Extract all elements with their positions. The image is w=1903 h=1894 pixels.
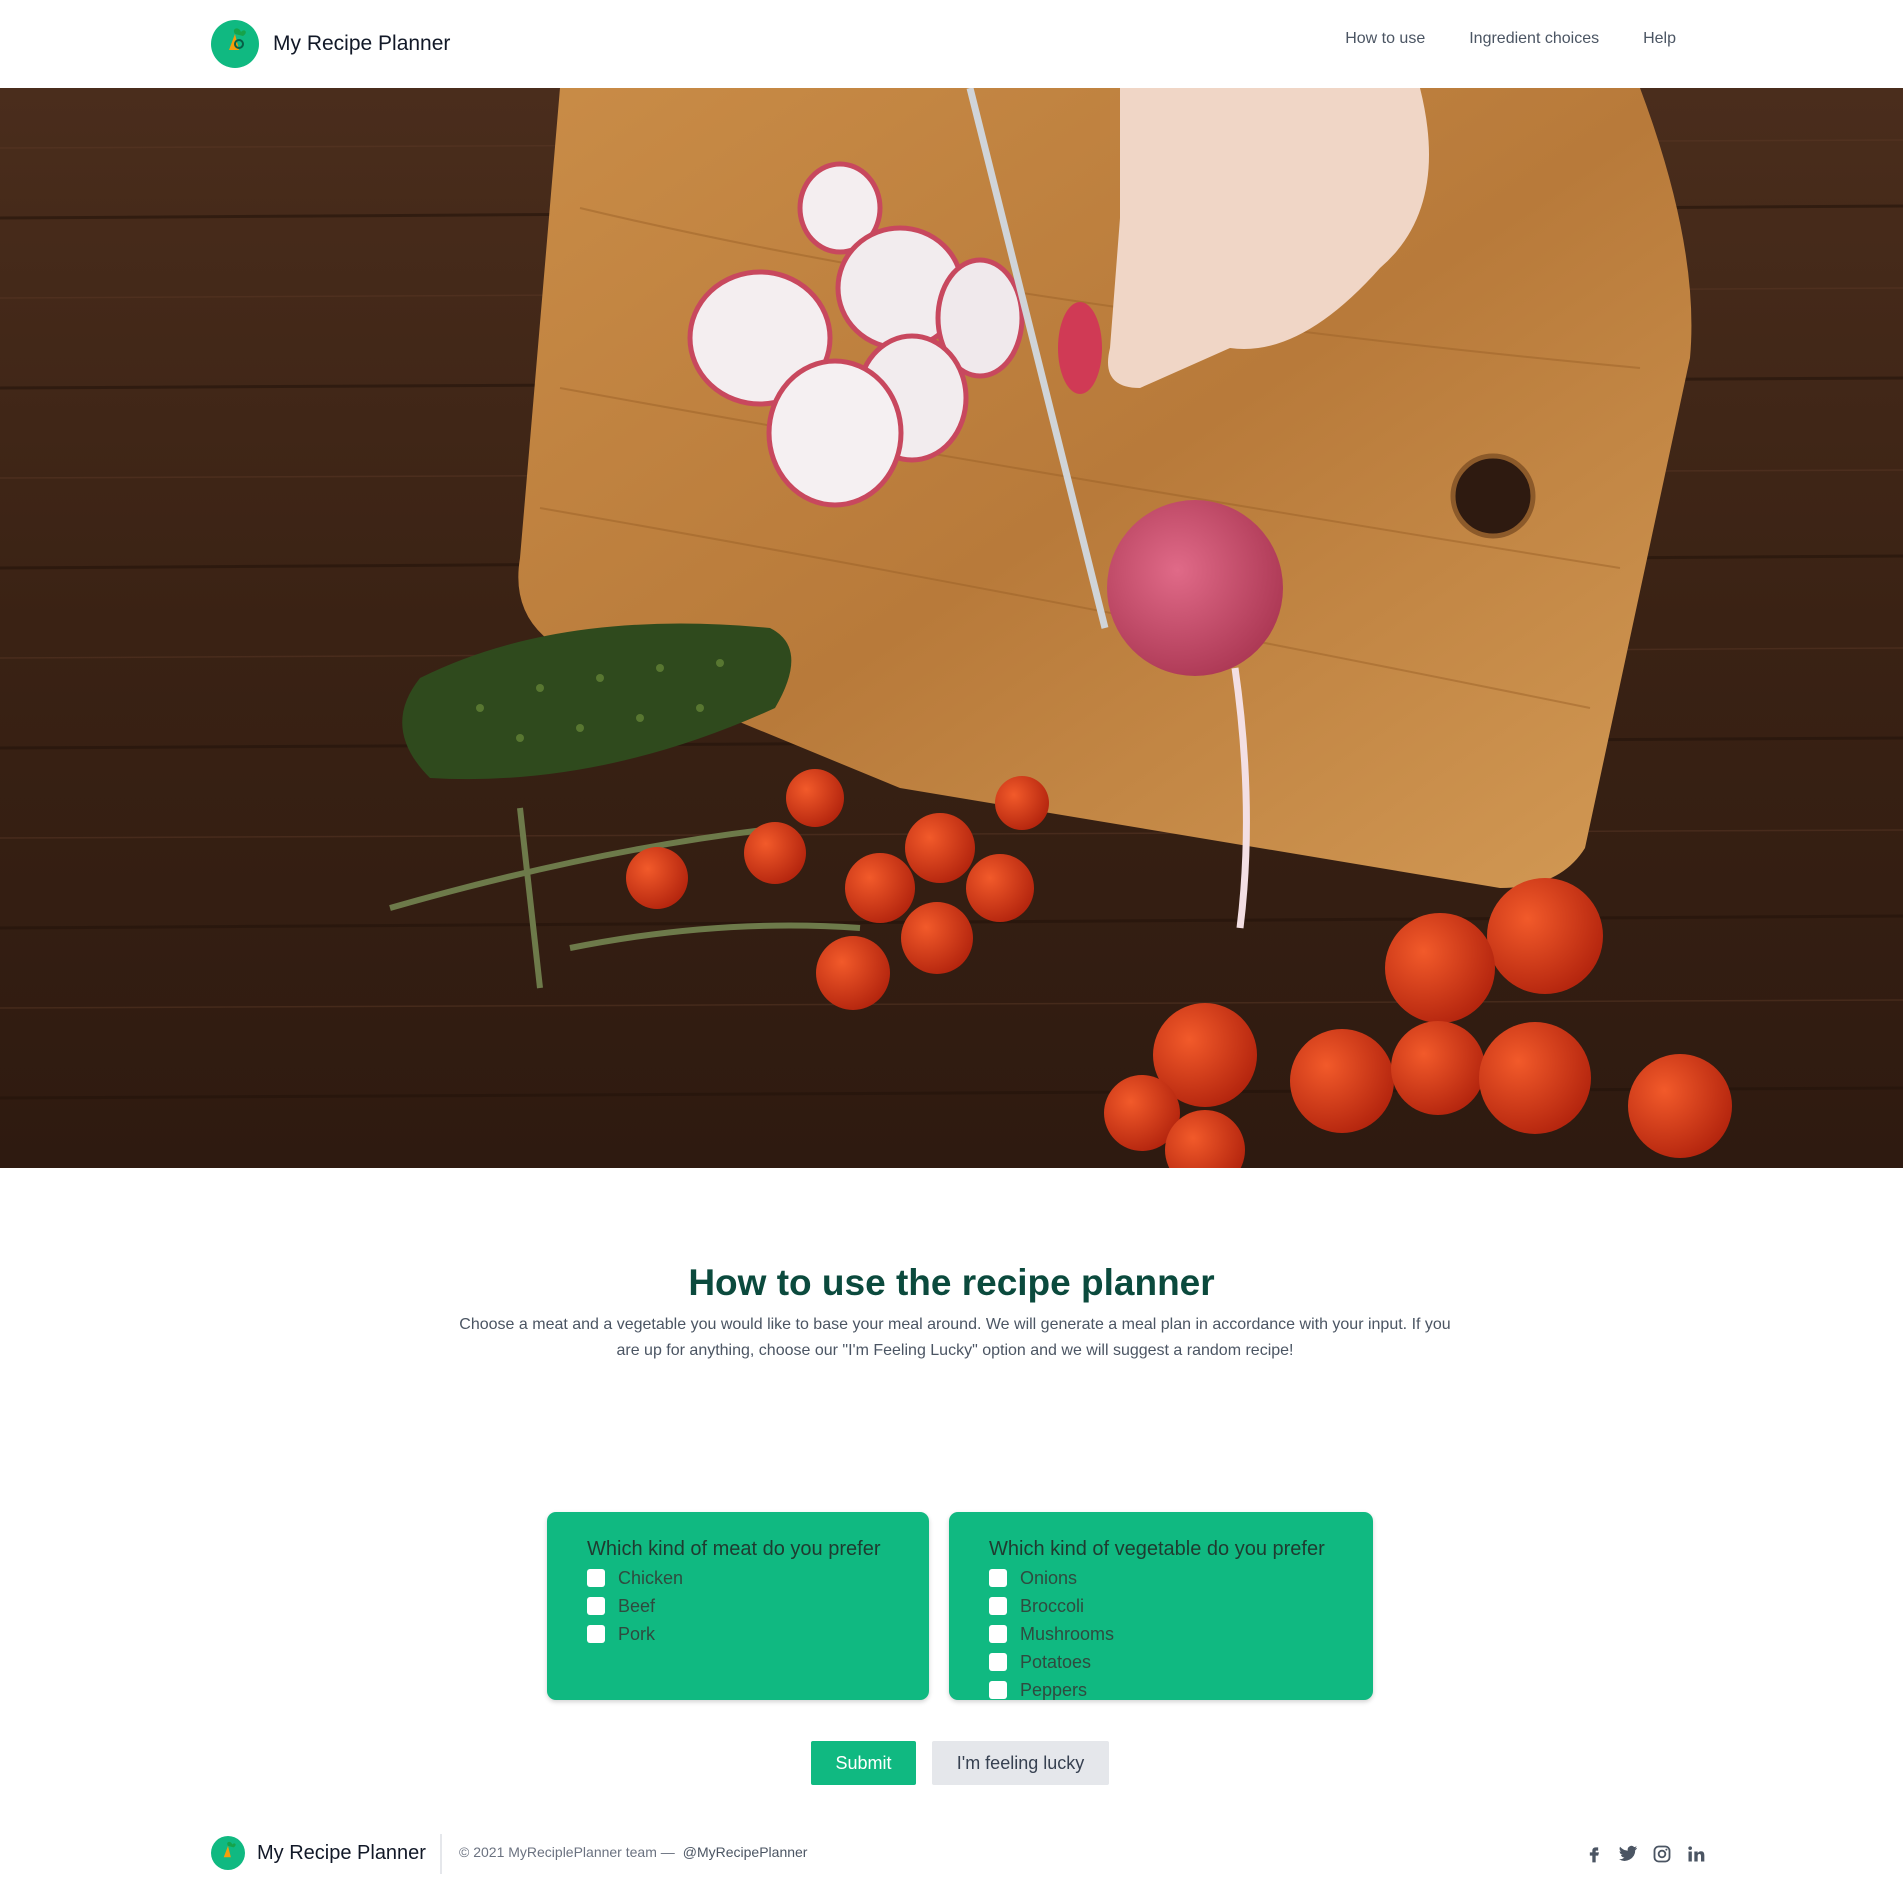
site-header: My Recipe Planner How to use Ingredient …	[0, 0, 1903, 88]
twitter-icon[interactable]	[1618, 1844, 1638, 1864]
vegetable-choice-card: Which kind of vegetable do you prefer On…	[949, 1512, 1373, 1700]
checkbox-potatoes[interactable]	[989, 1653, 1007, 1671]
meat-card-title: Which kind of meat do you prefer	[587, 1538, 881, 1560]
submit-button[interactable]: Submit	[811, 1741, 916, 1785]
main-nav: How to use Ingredient choices Help	[1345, 30, 1676, 48]
nav-help[interactable]: Help	[1643, 30, 1676, 48]
linkedin-icon[interactable]	[1686, 1844, 1706, 1864]
vegetable-leaf-icon	[211, 20, 259, 68]
hero-image	[0, 88, 1903, 1168]
checkbox-beef[interactable]	[587, 1597, 605, 1615]
option-label: Beef	[618, 1595, 656, 1616]
option-label: Potatoes	[1020, 1651, 1092, 1672]
nav-ingredient-choices[interactable]: Ingredient choices	[1469, 30, 1599, 48]
option-label: Pork	[618, 1623, 656, 1644]
checkbox-broccoli[interactable]	[989, 1597, 1007, 1615]
option-peppers[interactable]: Peppers	[989, 1676, 1333, 1704]
meat-choice-card: Which kind of meat do you prefer Chicken…	[547, 1512, 929, 1700]
footer-brand-name: My Recipe Planner	[257, 1841, 426, 1864]
option-beef[interactable]: Beef	[587, 1592, 889, 1620]
checkbox-pork[interactable]	[587, 1625, 605, 1643]
site-footer: My Recipe Planner © 2021 MyReciplePlanne…	[0, 1830, 1903, 1882]
option-label: Broccoli	[1020, 1595, 1085, 1616]
option-chicken[interactable]: Chicken	[587, 1564, 889, 1592]
option-broccoli[interactable]: Broccoli	[989, 1592, 1333, 1620]
section-description: Choose a meat and a vegetable you would …	[459, 1316, 1451, 1359]
option-potatoes[interactable]: Potatoes	[989, 1648, 1333, 1676]
instagram-icon[interactable]	[1652, 1844, 1672, 1864]
twitter-handle-link[interactable]: @MyRecipePlanner	[683, 1844, 808, 1860]
option-pork[interactable]: Pork	[587, 1620, 889, 1648]
option-label: Peppers	[1020, 1679, 1088, 1700]
checkbox-onions[interactable]	[989, 1569, 1007, 1587]
checkbox-peppers[interactable]	[989, 1681, 1007, 1699]
brand-name: My Recipe Planner	[273, 32, 451, 55]
option-label: Onions	[1020, 1567, 1078, 1588]
facebook-icon[interactable]	[1584, 1844, 1604, 1864]
checkbox-chicken[interactable]	[587, 1569, 605, 1587]
vegetable-leaf-icon	[211, 1836, 245, 1870]
social-links	[1584, 1844, 1706, 1864]
footer-divider	[440, 1834, 442, 1874]
feeling-lucky-button[interactable]: I'm feeling lucky	[932, 1741, 1109, 1785]
option-label: Mushrooms	[1020, 1623, 1115, 1644]
option-label: Chicken	[618, 1567, 684, 1588]
nav-how-to-use[interactable]: How to use	[1345, 30, 1425, 48]
checkbox-mushrooms[interactable]	[989, 1625, 1007, 1643]
section-title: How to use the recipe planner	[688, 1262, 1215, 1303]
copyright-text: © 2021 MyReciplePlanner team —	[459, 1844, 675, 1860]
footer-copyright: © 2021 MyReciplePlanner team — @MyRecipeP…	[459, 1844, 807, 1860]
footer-brand-link[interactable]: My Recipe Planner	[211, 1836, 426, 1870]
vegetable-card-title: Which kind of vegetable do you prefer	[989, 1538, 1325, 1560]
brand-link[interactable]: My Recipe Planner	[211, 20, 450, 68]
option-mushrooms[interactable]: Mushrooms	[989, 1620, 1333, 1648]
option-onions[interactable]: Onions	[989, 1564, 1333, 1592]
